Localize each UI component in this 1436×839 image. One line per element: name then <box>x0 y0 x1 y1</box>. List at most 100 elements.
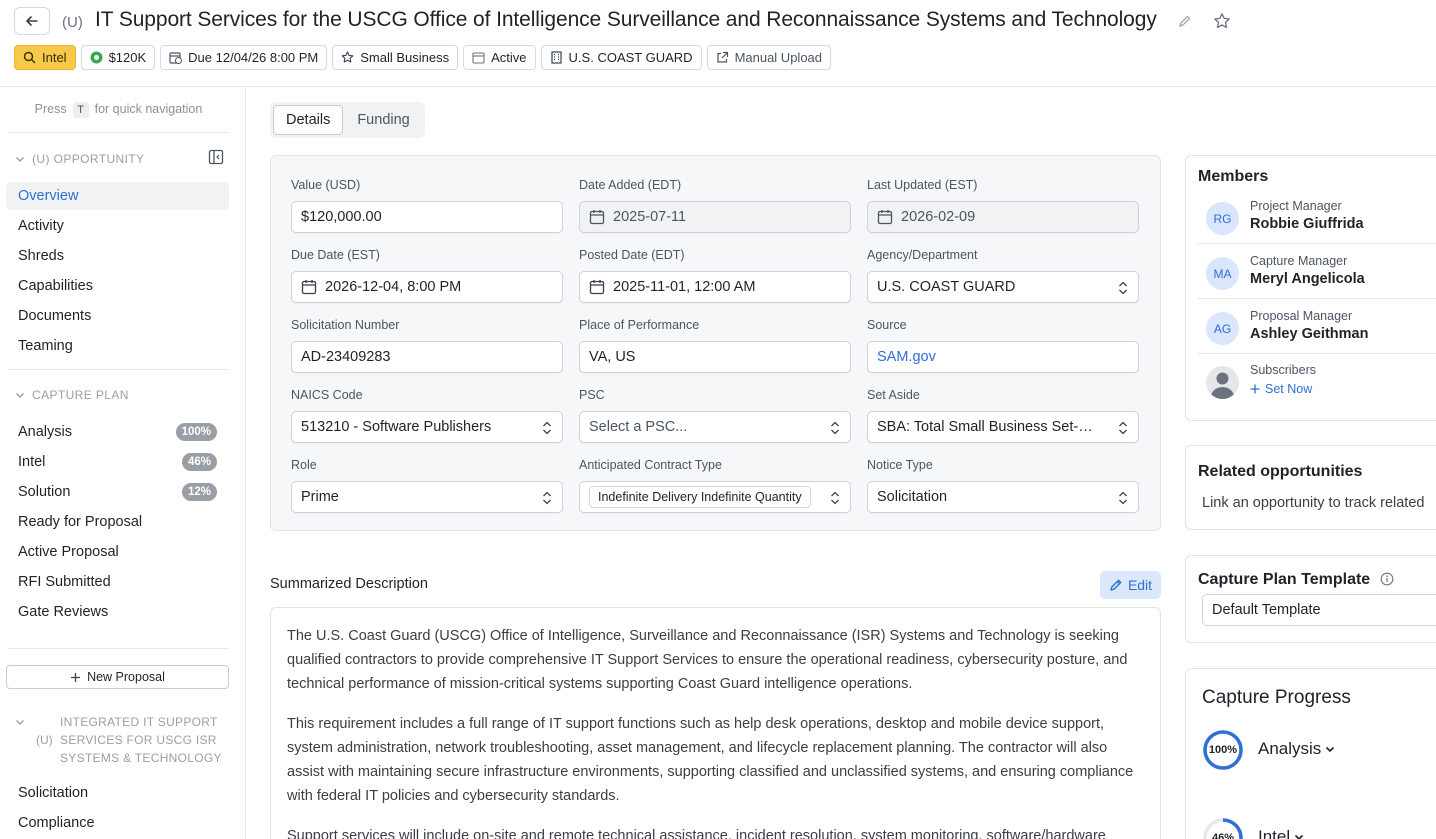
capture-plan-section-header[interactable]: CAPTURE PLAN <box>14 388 129 402</box>
due-tag[interactable]: Due 12/04/26 8:00 PM <box>160 45 328 70</box>
tab-details[interactable]: Details <box>273 105 344 135</box>
role-select[interactable]: Prime <box>291 481 563 513</box>
field-label: Solicitation Number <box>291 318 400 332</box>
status-tag[interactable]: Active <box>463 45 536 70</box>
sidebar-collapse-icon[interactable] <box>208 149 224 165</box>
source-link[interactable]: SAM.gov <box>877 349 936 365</box>
solicitation-field: Solicitation Number AD-23409283 <box>291 318 563 373</box>
sidebar-item-shreds[interactable]: Shreds <box>6 242 229 270</box>
sidebar-item-ready-for-proposal[interactable]: Ready for Proposal <box>6 508 229 536</box>
sidebar-item-gate-reviews[interactable]: Gate Reviews <box>6 598 229 626</box>
psc-select[interactable]: Select a PSC... <box>579 411 851 443</box>
description-paragraph: This requirement includes a full range o… <box>287 716 1134 804</box>
external-link-icon <box>716 51 729 64</box>
project-classification: (U) <box>36 733 53 747</box>
progress-stage-intel[interactable]: Intel <box>1258 827 1304 839</box>
set-aside-select[interactable]: SBA: Total Small Business Set-As... <box>867 411 1139 443</box>
set-now-button[interactable]: Set Now <box>1250 382 1312 396</box>
sidebar-item-solution[interactable]: Solution 12% <box>6 478 229 506</box>
edit-description-button[interactable]: Edit <box>1100 571 1161 599</box>
description-heading: Summarized Description <box>270 576 428 592</box>
value-tag[interactable]: $120K <box>80 45 156 70</box>
sidebar-item-rfi-submitted[interactable]: RFI Submitted <box>6 568 229 596</box>
opportunity-section-header[interactable]: (U) OPPORTUNITY <box>14 152 144 166</box>
agency-select[interactable]: U.S. COAST GUARD <box>867 271 1139 303</box>
date-added-input: 2025-07-11 <box>579 201 851 233</box>
naics-select[interactable]: 513210 - Software Publishers <box>291 411 563 443</box>
sidebar-item-teaming[interactable]: Teaming <box>6 332 229 360</box>
member-name: Meryl Angelicola <box>1250 271 1365 287</box>
source-field: Source SAM.gov <box>867 318 1139 373</box>
solicitation-input[interactable]: AD-23409283 <box>291 341 563 373</box>
progress-badge: 12% <box>181 483 217 501</box>
source-tag[interactable]: Manual Upload <box>706 45 832 70</box>
field-label: Anticipated Contract Type <box>579 458 722 472</box>
intel-tag[interactable]: Intel <box>14 45 76 70</box>
sidebar-item-solicitation[interactable]: Solicitation <box>6 779 229 807</box>
page-title: IT Support Services for the USCG Office … <box>95 8 1157 31</box>
subscribers-label: Subscribers <box>1250 363 1316 377</box>
intel-tag-label: Intel <box>42 50 67 65</box>
value-input[interactable]: $120,000.00 <box>291 201 563 233</box>
member-row[interactable]: AG Proposal Manager Ashley Geithman <box>1198 304 1436 354</box>
place-of-performance-input[interactable]: VA, US <box>579 341 851 373</box>
sidebar-item-compliance[interactable]: Compliance <box>6 809 229 837</box>
template-select[interactable]: Default Template <box>1202 594 1436 626</box>
pencil-icon[interactable] <box>1176 12 1194 30</box>
new-proposal-button[interactable]: New Proposal <box>6 665 229 689</box>
opportunity-section-label: (U) OPPORTUNITY <box>32 152 145 166</box>
related-opportunities-panel: Related opportunities Link an opportunit… <box>1185 445 1436 530</box>
member-row[interactable]: RG Project Manager Robbie Giuffrida <box>1198 194 1436 244</box>
coin-icon <box>90 51 103 64</box>
select-chevrons-icon <box>831 421 839 435</box>
field-label: Place of Performance <box>579 318 700 332</box>
set-aside-field: Set Aside SBA: Total Small Business Set-… <box>867 388 1139 443</box>
members-panel: Members RG Project Manager Robbie Giuffr… <box>1185 155 1436 421</box>
notice-type-select[interactable]: Solicitation <box>867 481 1139 513</box>
chevron-down-icon <box>1326 746 1335 753</box>
due-date-input[interactable]: 2026-12-04, 8:00 PM <box>291 271 563 303</box>
sidebar-divider <box>8 369 229 370</box>
classification-label: (U) <box>62 14 83 31</box>
sidebar-item-active-proposal[interactable]: Active Proposal <box>6 538 229 566</box>
sidebar-item-capabilities[interactable]: Capabilities <box>6 272 229 300</box>
calendar-clock-icon <box>169 51 183 64</box>
info-icon[interactable] <box>1380 572 1394 586</box>
back-button[interactable] <box>14 7 50 35</box>
sidebar-item-documents[interactable]: Documents <box>6 302 229 330</box>
star-icon[interactable] <box>1211 10 1233 32</box>
sidebar-item-label: Solution <box>18 484 71 500</box>
progress-ring: 100% <box>1202 729 1244 771</box>
page-header: (U) IT Support Services for the USCG Off… <box>0 0 1436 87</box>
naics-field: NAICS Code 513210 - Software Publishers <box>291 388 563 443</box>
contract-type-select[interactable]: Indefinite Delivery Indefinite Quantity <box>579 481 851 513</box>
field-value: AD-23409283 <box>301 349 391 365</box>
avatar: AG <box>1206 312 1239 345</box>
tab-funding[interactable]: Funding <box>345 105 421 135</box>
pencil-icon <box>1110 579 1122 591</box>
field-value: SBA: Total Small Business Set-As... <box>877 419 1097 435</box>
sidebar-item-analysis[interactable]: Analysis 100% <box>6 418 229 446</box>
small-business-tag[interactable]: Small Business <box>332 45 459 70</box>
notice-type-field: Notice Type Solicitation <box>867 458 1139 513</box>
stage-label: Analysis <box>1258 739 1322 758</box>
sidebar-item-overview[interactable]: Overview <box>6 182 229 210</box>
arrow-left-icon <box>26 16 38 26</box>
sidebar-item-activity[interactable]: Activity <box>6 212 229 240</box>
field-value: U.S. COAST GUARD <box>877 279 1016 295</box>
plus-icon <box>71 672 81 682</box>
quick-navigation-hint: Press Tfor quick navigation <box>8 102 229 133</box>
agency-tag[interactable]: U.S. COAST GUARD <box>540 45 702 70</box>
select-chevrons-icon <box>1119 281 1127 295</box>
progress-stage-analysis[interactable]: Analysis <box>1258 739 1335 759</box>
posted-date-input[interactable]: 2025-11-01, 12:00 AM <box>579 271 851 303</box>
capture-progress-title: Capture Progress <box>1202 687 1351 708</box>
source-input[interactable]: SAM.gov <box>867 341 1139 373</box>
contract-type-chip[interactable]: Indefinite Delivery Indefinite Quantity <box>589 486 811 508</box>
sidebar-item-label: Intel <box>18 454 46 470</box>
small-business-tag-label: Small Business <box>360 50 450 65</box>
sidebar-item-intel[interactable]: Intel 46% <box>6 448 229 476</box>
description-paragraph: Support services will include on-site an… <box>287 828 1106 839</box>
field-label: PSC <box>579 388 605 402</box>
member-row[interactable]: MA Capture Manager Meryl Angelicola <box>1198 249 1436 299</box>
